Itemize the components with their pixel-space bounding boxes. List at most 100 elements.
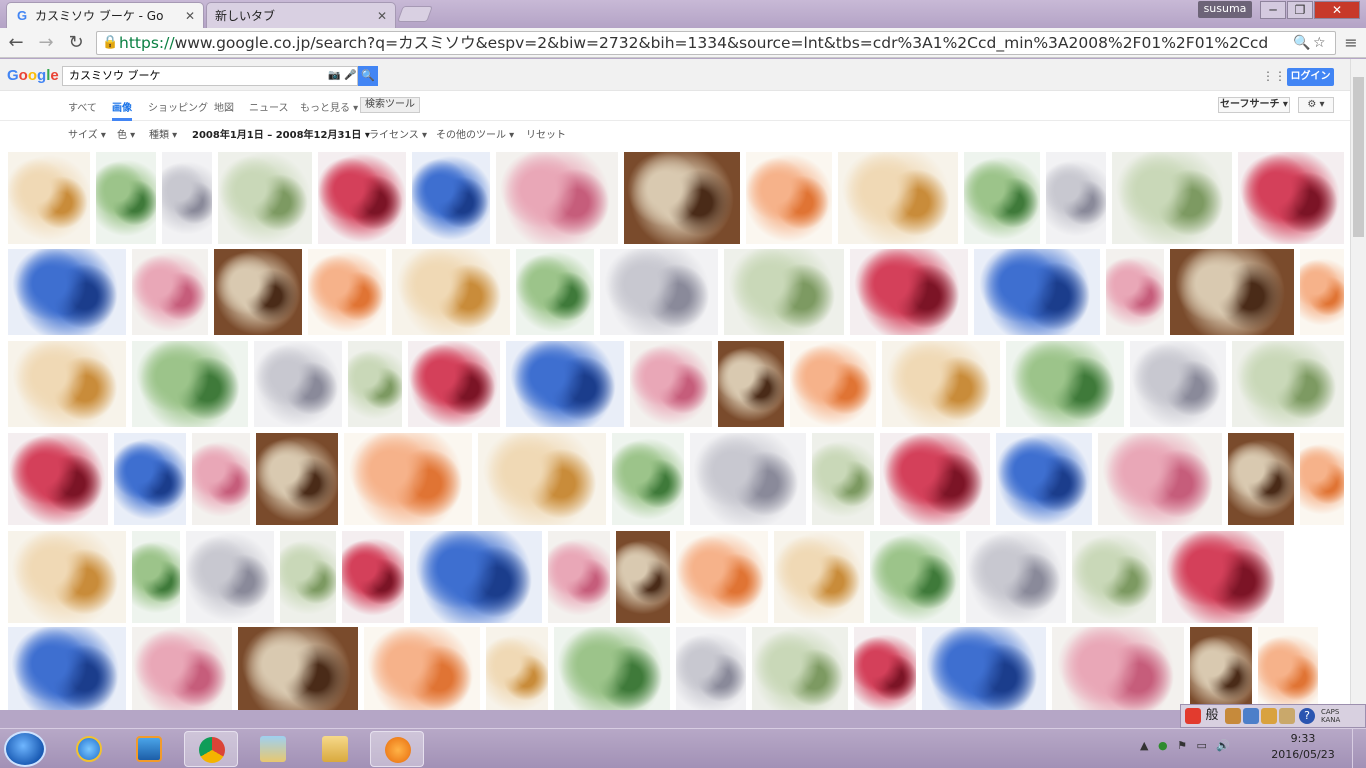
image-result[interactable] — [612, 433, 684, 525]
ime-dictionary-icon[interactable] — [1225, 708, 1241, 724]
image-result[interactable] — [96, 152, 156, 244]
taskbar-explorer-window[interactable] — [246, 731, 300, 767]
image-result[interactable] — [850, 249, 968, 335]
image-result[interactable] — [516, 249, 594, 335]
image-result[interactable] — [1238, 152, 1344, 244]
image-result[interactable] — [1046, 152, 1106, 244]
image-result[interactable] — [624, 152, 740, 244]
image-result[interactable] — [676, 531, 768, 623]
image-result[interactable] — [410, 531, 542, 623]
maximize-icon[interactable]: ❐ — [1287, 1, 1313, 19]
image-result[interactable] — [1258, 627, 1318, 710]
image-result[interactable] — [724, 249, 844, 335]
tab-more[interactable]: もっと見る ▾ — [300, 99, 358, 114]
speaker-icon[interactable]: 🔊 — [1216, 739, 1230, 752]
image-result[interactable] — [486, 627, 548, 710]
shield-tray-icon[interactable]: ● — [1158, 739, 1168, 752]
image-result[interactable] — [1300, 433, 1344, 525]
image-result[interactable] — [974, 249, 1100, 335]
safesearch-button[interactable]: セーフサーチ ▾ — [1218, 97, 1290, 113]
image-result[interactable] — [8, 627, 126, 710]
tab-all[interactable]: すべて — [68, 99, 97, 114]
image-result[interactable] — [344, 433, 472, 525]
image-result[interactable] — [308, 249, 386, 335]
image-result[interactable] — [214, 249, 302, 335]
image-result[interactable] — [1190, 627, 1252, 710]
taskbar-file-explorer[interactable] — [308, 731, 362, 767]
clock[interactable]: 9:33 2016/05/23 — [1268, 731, 1338, 763]
filter-size[interactable]: サイズ ▾ — [68, 126, 106, 141]
address-bar[interactable]: 🔒 https://www.google.co.jp/search?q=カスミソウ… — [96, 31, 1336, 55]
image-result[interactable] — [114, 433, 186, 525]
image-result[interactable] — [854, 627, 916, 710]
ime-toolbar[interactable]: 般 ? CAPS KANA — [1180, 704, 1366, 728]
taskbar-app-orange[interactable] — [370, 731, 424, 767]
filter-reset[interactable]: リセット — [526, 126, 566, 141]
microphone-icon[interactable]: 🎤 — [344, 67, 356, 85]
filter-color[interactable]: 色 ▾ — [117, 126, 135, 141]
ime-pad-icon[interactable] — [1261, 708, 1277, 724]
image-result[interactable] — [132, 627, 232, 710]
minimize-icon[interactable]: ─ — [1260, 1, 1286, 19]
image-result[interactable] — [676, 627, 746, 710]
tab-google-search[interactable]: G カスミソウ ブーケ - Go ✕ — [6, 2, 204, 28]
image-result[interactable] — [318, 152, 406, 244]
image-result[interactable] — [880, 433, 990, 525]
back-arrow-icon[interactable]: ← — [4, 32, 28, 54]
image-result[interactable] — [132, 341, 248, 427]
image-result[interactable] — [630, 341, 712, 427]
image-result[interactable] — [1300, 249, 1344, 335]
image-result[interactable] — [616, 531, 670, 623]
image-result[interactable] — [186, 531, 274, 623]
taskbar-media-player[interactable] — [122, 731, 176, 767]
search-icon[interactable]: 🔍 — [1293, 32, 1311, 54]
image-result[interactable] — [1052, 627, 1184, 710]
settings-gear-icon[interactable]: ⚙ ▾ — [1298, 97, 1334, 113]
flag-icon[interactable]: ⚑ — [1177, 739, 1187, 752]
show-hidden-icons-icon[interactable]: ▲ — [1140, 739, 1148, 752]
image-result[interactable] — [1232, 341, 1344, 427]
image-result[interactable] — [8, 152, 90, 244]
profile-button[interactable]: susuma — [1198, 1, 1252, 18]
image-result[interactable] — [496, 152, 618, 244]
image-result[interactable] — [408, 341, 500, 427]
image-result[interactable] — [1098, 433, 1222, 525]
image-result[interactable] — [238, 627, 358, 710]
chrome-menu-icon[interactable]: ≡ — [1340, 32, 1362, 54]
image-result[interactable] — [132, 249, 208, 335]
image-result[interactable] — [218, 152, 312, 244]
close-tab-icon[interactable]: ✕ — [377, 9, 387, 23]
image-result[interactable] — [256, 433, 338, 525]
image-result[interactable] — [600, 249, 718, 335]
camera-icon[interactable]: 📷 — [328, 67, 340, 85]
image-result[interactable] — [8, 341, 126, 427]
ime-help-icon[interactable]: ? — [1299, 708, 1315, 724]
image-result[interactable] — [870, 531, 960, 623]
filter-date-range[interactable]: 2008年1月1日 – 2008年12月31日 ▾ — [192, 126, 370, 141]
image-result[interactable] — [554, 627, 670, 710]
image-result[interactable] — [1228, 433, 1294, 525]
reload-icon[interactable]: ↻ — [64, 32, 88, 54]
image-result[interactable] — [996, 433, 1092, 525]
image-result[interactable] — [838, 152, 958, 244]
network-icon[interactable]: ▭ — [1196, 739, 1206, 752]
image-result[interactable] — [966, 531, 1066, 623]
filter-license[interactable]: ライセンス ▾ — [369, 126, 427, 141]
image-result[interactable] — [1162, 531, 1284, 623]
image-result[interactable] — [254, 341, 342, 427]
image-result[interactable] — [774, 531, 864, 623]
image-result[interactable] — [8, 249, 126, 335]
filter-type[interactable]: 種類 ▾ — [149, 126, 177, 141]
image-result[interactable] — [548, 531, 610, 623]
image-result[interactable] — [8, 531, 126, 623]
image-result[interactable] — [790, 341, 876, 427]
image-result[interactable] — [1112, 152, 1232, 244]
image-result[interactable] — [392, 249, 510, 335]
ime-red-icon[interactable] — [1185, 708, 1201, 724]
ime-mode-char[interactable]: 般 — [1203, 708, 1221, 724]
ime-property-icon[interactable] — [1279, 708, 1295, 724]
image-result[interactable] — [364, 627, 480, 710]
search-tools-button[interactable]: 検索ツール — [360, 97, 420, 113]
google-logo[interactable]: Google — [7, 67, 59, 84]
close-tab-icon[interactable]: ✕ — [185, 9, 195, 23]
